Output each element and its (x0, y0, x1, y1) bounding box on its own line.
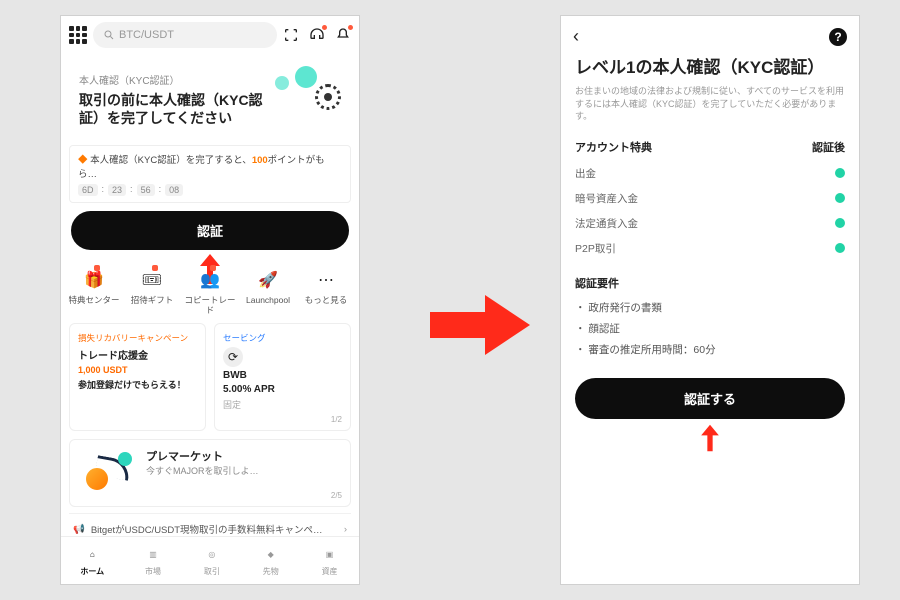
check-dot-icon (835, 218, 845, 228)
check-dot-icon (835, 193, 845, 203)
check-dot-icon (835, 243, 845, 253)
promo-points: 100 (252, 155, 268, 166)
nav-futures[interactable]: ◆先物 (261, 544, 281, 577)
quick-rewards[interactable]: 🎁特典センター (67, 268, 121, 315)
search-placeholder: BTC/USDT (119, 29, 174, 41)
premarket-graphic (78, 448, 138, 498)
card-recovery[interactable]: 損失リカバリーキャンペーン トレード応援金 1,000 USDT 参加登録だけで… (69, 323, 206, 431)
search-input[interactable]: BTC/USDT (93, 22, 277, 48)
quick-invite[interactable]: 🎟招待ギフト (125, 268, 179, 315)
requirements-header: 認証要件 (575, 275, 845, 291)
kyc-title: 取引の前に本人確認（KYC認証）を完了してください (79, 91, 279, 127)
quick-launchpool[interactable]: 🚀Launchpool (241, 268, 295, 315)
check-dot-icon (835, 168, 845, 178)
benefits-list: 出金 暗号資産入金 法定通貨入金 P2P取引 (575, 161, 845, 261)
home-icon: ⌂ (82, 544, 102, 564)
futures-icon: ◆ (261, 544, 281, 564)
top-bar: BTC/USDT (61, 16, 359, 54)
benefit-row: P2P取引 (575, 236, 845, 261)
flow-arrow-icon (430, 290, 530, 365)
rocket-icon: 🚀 (256, 268, 280, 292)
support-icon[interactable] (309, 27, 325, 43)
promo-prefix: 本人確認（KYC認証）を完了すると、 (90, 155, 252, 166)
annotation-arrow-icon (575, 423, 845, 456)
nav-trade[interactable]: ◎取引 (202, 544, 222, 577)
card-premarket[interactable]: プレマーケット 今すぐMAJORを取引しよ… 2/5 (69, 439, 351, 507)
bottom-nav: ⌂ホーム ▥市場 ◎取引 ◆先物 ▣資産 (61, 536, 359, 584)
kyc-detail-screen: ‹ ? レベル1の本人確認（KYC認証） お住まいの地域の法律および規制に従い、… (560, 15, 860, 585)
ticket-icon: 🎟 (140, 268, 164, 292)
requirement-item: ・ 政府発行の書類 (575, 297, 845, 318)
quick-copytrade[interactable]: 👥コピートレード (183, 268, 237, 315)
requirement-item: ・ 審査の推定所用時間：60分 (575, 339, 845, 360)
nav-home[interactable]: ⌂ホーム (80, 544, 104, 577)
pager: 2/5 (331, 491, 342, 500)
benefits-header: アカウント特典 認証後 (575, 139, 845, 155)
benefit-row: 法定通貨入金 (575, 211, 845, 236)
trade-icon: ◎ (202, 544, 222, 564)
quick-more[interactable]: ⋯もっと見る (299, 268, 353, 315)
more-icon: ⋯ (314, 268, 338, 292)
benefit-row: 出金 (575, 161, 845, 186)
countdown: 6D: 23: 56: 08 (78, 184, 342, 196)
chevron-right-icon: › (344, 524, 347, 535)
card-saving[interactable]: セービング ⟳ BWB 5.00% APR 固定 1/2 (214, 323, 351, 431)
back-icon[interactable]: ‹ (573, 26, 579, 47)
kyc-page-title: レベル1の本人確認（KYC認証） (575, 57, 845, 79)
quick-links: 🎁特典センター 🎟招待ギフト 👥コピートレード 🚀Launchpool ⋯もっと… (65, 268, 355, 315)
people-icon: 👥 (198, 268, 222, 292)
promo-cards: 損失リカバリーキャンペーン トレード応援金 1,000 USDT 参加登録だけで… (69, 323, 351, 431)
benefit-row: 暗号資産入金 (575, 186, 845, 211)
requirements-list: ・ 政府発行の書類 ・ 顔認証 ・ 審査の推定所用時間：60分 (575, 297, 845, 360)
help-icon[interactable]: ? (829, 28, 847, 46)
nav-markets[interactable]: ▥市場 (143, 544, 163, 577)
megaphone-icon: 📢 (73, 524, 85, 535)
start-verify-button[interactable]: 認証する (575, 378, 845, 419)
kyc-banner[interactable]: 本人確認（KYC認証） 取引の前に本人確認（KYC認証）を完了してください (69, 62, 351, 137)
scan-icon[interactable] (283, 27, 299, 43)
bell-icon[interactable] (335, 27, 351, 43)
kyc-promo[interactable]: ◆ 本人確認（KYC認証）を完了すると、100ポイントがもら… 6D: 23: … (69, 145, 351, 203)
token-icon: ⟳ (223, 347, 243, 367)
wallet-icon: ▣ (320, 544, 340, 564)
search-icon (103, 29, 115, 41)
verify-button[interactable]: 認証 (71, 211, 349, 250)
gift-icon: 🎁 (82, 268, 106, 292)
nav-assets[interactable]: ▣資産 (320, 544, 340, 577)
home-screen: BTC/USDT 本人確認（KYC認証） 取引の前に本人確認（KYC認証）を完了… (60, 15, 360, 585)
pager: 1/2 (331, 415, 342, 424)
requirement-item: ・ 顔認証 (575, 318, 845, 339)
kyc-page-sub: お住まいの地域の法律および規制に従い、すべてのサービスを利用するには本人確認（K… (575, 85, 845, 123)
kyc-top-bar: ‹ ? (561, 16, 859, 57)
chart-icon: ▥ (143, 544, 163, 564)
apps-grid-icon[interactable] (69, 26, 87, 44)
